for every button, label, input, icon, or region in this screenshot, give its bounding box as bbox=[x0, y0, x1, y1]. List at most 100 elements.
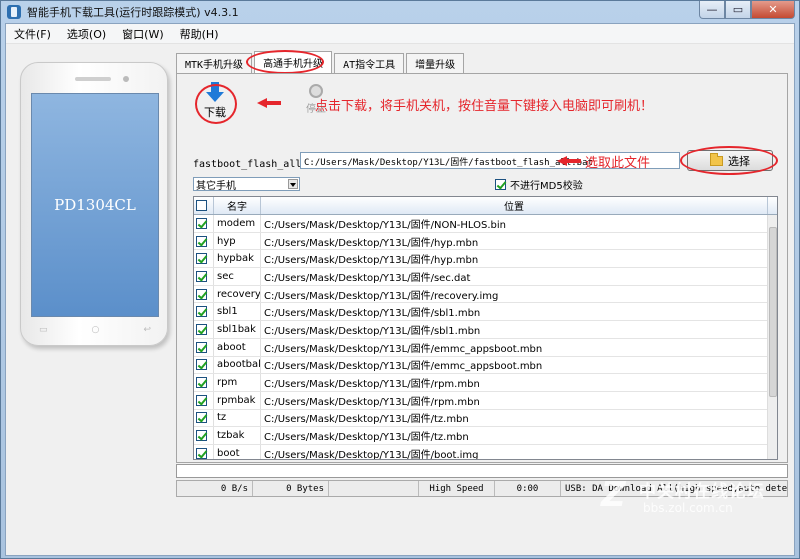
table-row[interactable]: boot C:/Users/Mask/Desktop/Y13L/固件/boot.… bbox=[194, 444, 777, 459]
table-row[interactable]: abootbak C:/Users/Mask/Desktop/Y13L/固件/e… bbox=[194, 356, 777, 375]
row-checkbox-cell[interactable] bbox=[194, 356, 214, 374]
row-checkbox[interactable] bbox=[196, 253, 207, 265]
row-name: aboot bbox=[214, 338, 261, 356]
menu-key-icon: ▭ bbox=[39, 325, 48, 335]
menu-window[interactable]: 窗口(W) bbox=[114, 26, 171, 42]
row-checkbox[interactable] bbox=[196, 323, 207, 335]
row-name: boot bbox=[214, 444, 261, 459]
chevron-down-icon[interactable] bbox=[288, 179, 298, 189]
app-window: 智能手机下载工具(运行时跟踪模式) v4.3.1 — ▭ ✕ 文件(F) 选项(… bbox=[0, 0, 800, 559]
minimize-button[interactable]: — bbox=[699, 1, 725, 19]
table-body: modem C:/Users/Mask/Desktop/Y13L/固件/NON-… bbox=[194, 215, 777, 459]
select-all-checkbox[interactable] bbox=[196, 200, 207, 211]
row-path: C:/Users/Mask/Desktop/Y13L/固件/rpm.mbn bbox=[261, 391, 768, 409]
md5-label: 不进行MD5校验 bbox=[510, 181, 583, 192]
row-checkbox-cell[interactable] bbox=[194, 285, 214, 303]
menu-file[interactable]: 文件(F) bbox=[6, 26, 59, 42]
menu-help[interactable]: 帮助(H) bbox=[172, 26, 227, 42]
row-checkbox[interactable] bbox=[196, 306, 207, 318]
table-row[interactable]: tzbak C:/Users/Mask/Desktop/Y13L/固件/tz.m… bbox=[194, 427, 777, 445]
row-checkbox[interactable] bbox=[196, 341, 207, 353]
back-key-icon: ↩ bbox=[143, 325, 151, 335]
row-checkbox[interactable] bbox=[196, 377, 207, 389]
row-checkbox[interactable] bbox=[196, 394, 207, 406]
md5-option[interactable]: 不进行MD5校验 bbox=[495, 177, 583, 192]
row-checkbox[interactable] bbox=[196, 288, 207, 300]
table-row[interactable]: tz C:/Users/Mask/Desktop/Y13L/固件/tz.mbn bbox=[194, 409, 777, 428]
row-checkbox[interactable] bbox=[196, 217, 207, 229]
app-icon bbox=[7, 5, 21, 19]
row-path: C:/Users/Mask/Desktop/Y13L/固件/rpm.mbn bbox=[261, 374, 768, 391]
table-row[interactable]: rpmbak C:/Users/Mask/Desktop/Y13L/固件/rpm… bbox=[194, 391, 777, 410]
table-row[interactable]: sec C:/Users/Mask/Desktop/Y13L/固件/sec.da… bbox=[194, 268, 777, 286]
row-checkbox-cell[interactable] bbox=[194, 409, 214, 427]
phone-earpiece bbox=[75, 77, 111, 81]
row-checkbox[interactable] bbox=[196, 412, 207, 424]
table-row[interactable]: modem C:/Users/Mask/Desktop/Y13L/固件/NON-… bbox=[194, 215, 777, 233]
watermark-url: bbs.zol.com.cn bbox=[643, 501, 733, 515]
row-name: hypbak bbox=[214, 250, 261, 268]
header-location[interactable]: 位置 bbox=[261, 197, 768, 214]
row-checkbox-cell[interactable] bbox=[194, 303, 214, 321]
tab-mtk-upgrade[interactable]: MTK手机升级 bbox=[176, 53, 253, 73]
window-controls: — ▭ ✕ bbox=[699, 1, 795, 19]
row-checkbox-cell[interactable] bbox=[194, 232, 214, 250]
row-name: sec bbox=[214, 268, 261, 285]
tab-incremental-upgrade[interactable]: 增量升级 bbox=[406, 53, 465, 73]
scroll-thumb[interactable] bbox=[769, 227, 777, 397]
table-row[interactable]: hypbak C:/Users/Mask/Desktop/Y13L/固件/hyp… bbox=[194, 250, 777, 269]
table-row[interactable]: sbl1bak C:/Users/Mask/Desktop/Y13L/固件/sb… bbox=[194, 321, 777, 339]
row-path: C:/Users/Mask/Desktop/Y13L/固件/sbl1.mbn bbox=[261, 321, 768, 338]
watermark: Z 中关村在线论坛 bbs.zol.com.cn bbox=[601, 471, 791, 531]
row-path: C:/Users/Mask/Desktop/Y13L/固件/sbl1.mbn bbox=[261, 303, 768, 321]
status-time: 0:00 bbox=[495, 481, 561, 496]
row-path: C:/Users/Mask/Desktop/Y13L/固件/NON-HLOS.b… bbox=[261, 215, 768, 232]
row-checkbox-cell[interactable] bbox=[194, 215, 214, 232]
select-annotation: 选取此文件 bbox=[585, 156, 651, 171]
md5-checkbox[interactable] bbox=[495, 179, 506, 190]
table-row[interactable]: hyp C:/Users/Mask/Desktop/Y13L/固件/hyp.mb… bbox=[194, 232, 777, 251]
table-row[interactable]: aboot C:/Users/Mask/Desktop/Y13L/固件/emmc… bbox=[194, 338, 777, 357]
row-name: tzbak bbox=[214, 427, 261, 444]
home-key-icon: ○ bbox=[91, 325, 100, 335]
status-mode: High Speed bbox=[419, 481, 495, 496]
row-checkbox-cell[interactable] bbox=[194, 338, 214, 356]
header-select-all[interactable] bbox=[194, 197, 214, 214]
phone-type-select[interactable]: 其它手机 bbox=[193, 177, 300, 192]
row-checkbox-cell[interactable] bbox=[194, 444, 214, 459]
row-checkbox[interactable] bbox=[196, 270, 207, 282]
status-empty bbox=[329, 481, 419, 496]
table-row[interactable]: rpm C:/Users/Mask/Desktop/Y13L/固件/rpm.mb… bbox=[194, 374, 777, 392]
row-checkbox-cell[interactable] bbox=[194, 391, 214, 409]
row-checkbox-cell[interactable] bbox=[194, 250, 214, 268]
title-bar[interactable]: 智能手机下载工具(运行时跟踪模式) v4.3.1 — ▭ ✕ bbox=[1, 1, 799, 23]
row-checkbox[interactable] bbox=[196, 235, 207, 247]
row-checkbox-cell[interactable] bbox=[194, 321, 214, 338]
tab-at-command[interactable]: AT指令工具 bbox=[334, 53, 405, 73]
row-checkbox[interactable] bbox=[196, 447, 207, 459]
row-name: rpm bbox=[214, 374, 261, 391]
select-arrow-icon bbox=[557, 156, 581, 166]
close-button[interactable]: ✕ bbox=[751, 1, 795, 19]
row-name: abootbak bbox=[214, 356, 261, 374]
menu-bar: 文件(F) 选项(O) 窗口(W) 帮助(H) bbox=[6, 24, 794, 44]
header-name[interactable]: 名字 bbox=[214, 197, 261, 214]
phone-screen: PD1304CL bbox=[31, 93, 159, 317]
maximize-button[interactable]: ▭ bbox=[725, 1, 751, 19]
table-scrollbar[interactable] bbox=[767, 215, 777, 459]
row-checkbox-cell[interactable] bbox=[194, 268, 214, 285]
row-name: sbl1bak bbox=[214, 321, 261, 338]
menu-options[interactable]: 选项(O) bbox=[59, 26, 114, 42]
phone-model: PD1304CL bbox=[54, 196, 136, 214]
table-header: 名字 位置 bbox=[194, 197, 777, 215]
row-name: rpmbak bbox=[214, 391, 261, 409]
row-checkbox-cell[interactable] bbox=[194, 427, 214, 444]
row-name: recovery bbox=[214, 285, 261, 303]
phone-keys: ▭ ○ ↩ bbox=[39, 325, 151, 335]
row-checkbox[interactable] bbox=[196, 359, 207, 371]
row-checkbox-cell[interactable] bbox=[194, 374, 214, 391]
table-row[interactable]: sbl1 C:/Users/Mask/Desktop/Y13L/固件/sbl1.… bbox=[194, 303, 777, 322]
row-checkbox[interactable] bbox=[196, 430, 207, 442]
row-path: C:/Users/Mask/Desktop/Y13L/固件/emmc_appsb… bbox=[261, 356, 768, 374]
table-row[interactable]: recovery C:/Users/Mask/Desktop/Y13L/固件/r… bbox=[194, 285, 777, 304]
